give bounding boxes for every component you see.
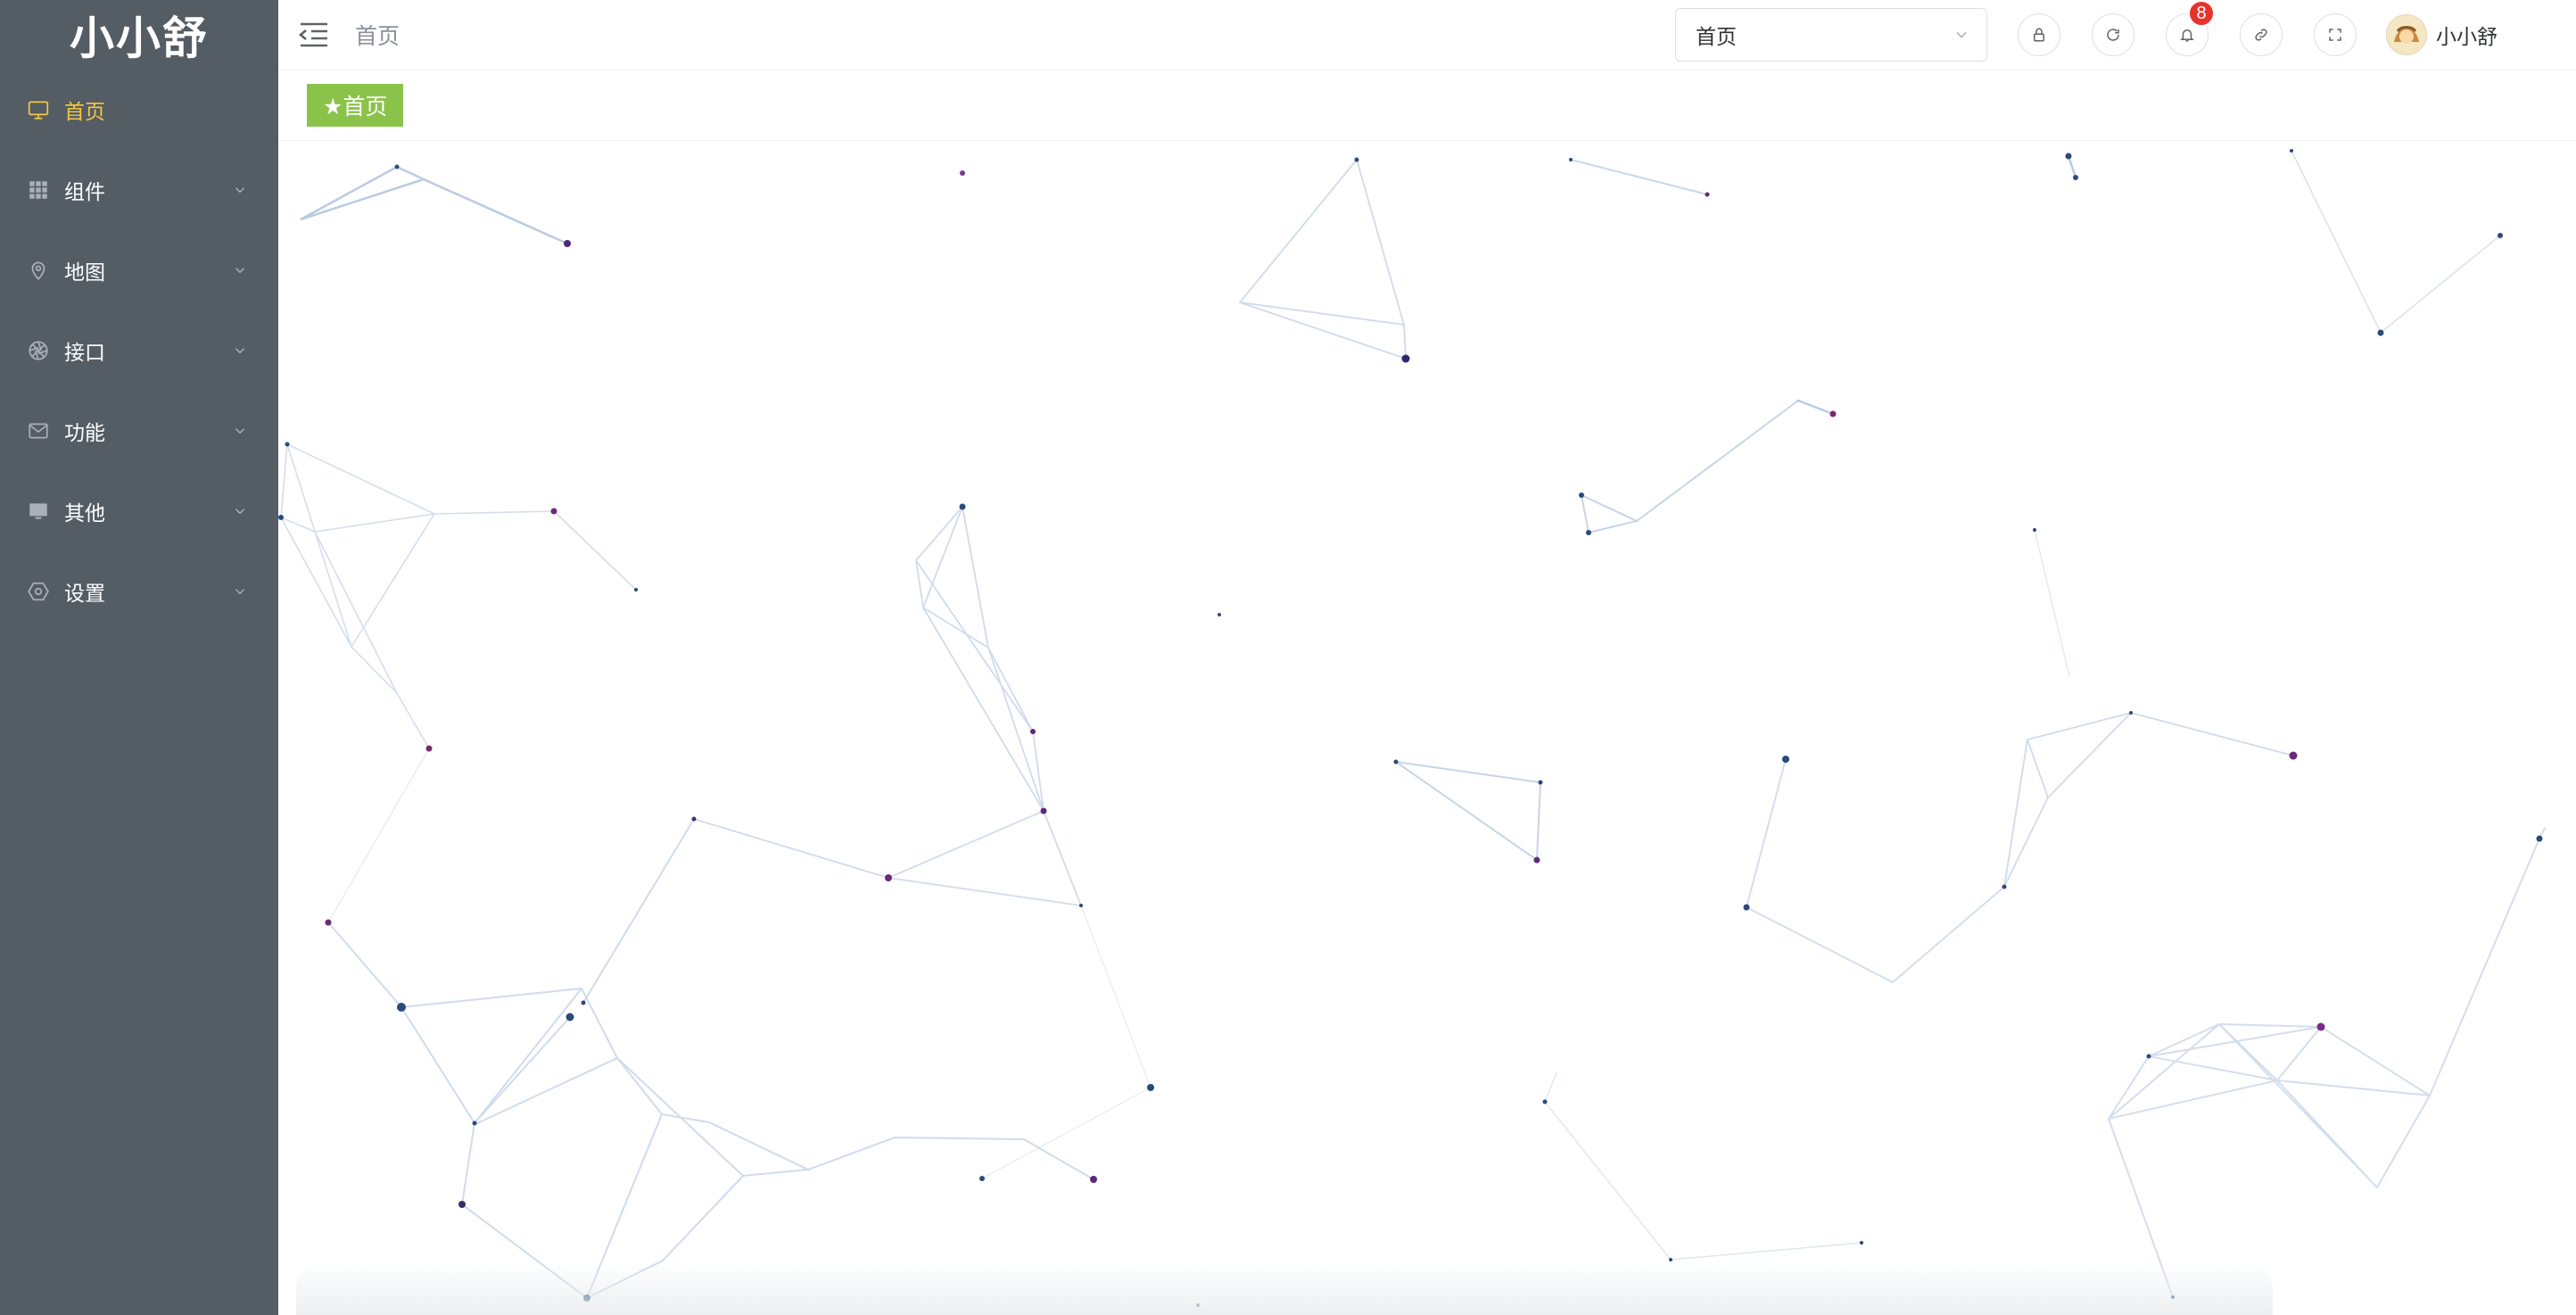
sidebar-item-label: 组件 <box>64 180 105 203</box>
screen-icon <box>25 498 52 525</box>
refresh-button[interactable] <box>2092 13 2134 56</box>
sidebar-item-features[interactable]: 功能 <box>0 391 278 471</box>
username: 小小舒 <box>2436 25 2498 48</box>
aperture-icon <box>25 337 52 364</box>
sidebar-item-label: 功能 <box>64 421 105 444</box>
breadcrumb: 首页 <box>355 24 400 49</box>
map-pin-icon <box>25 257 52 284</box>
sidebar-item-home[interactable]: 首页 <box>0 70 278 150</box>
lock-screen-button[interactable] <box>2018 13 2060 56</box>
app-logo: 小小舒 <box>70 13 209 63</box>
link-icon <box>2255 29 2267 41</box>
collapse-sidebar-button[interactable] <box>296 17 332 53</box>
chevron-down-icon <box>235 348 245 354</box>
monitor-icon <box>25 96 52 123</box>
chevron-down-icon <box>235 509 245 515</box>
grid-icon <box>25 177 52 203</box>
chevron-down-icon <box>235 589 245 595</box>
chevron-down-icon <box>235 268 245 274</box>
sidebar-item-label: 其他 <box>64 501 105 525</box>
sidebar-item-label: 地图 <box>64 261 105 284</box>
search-select-value: 首页 <box>1696 25 1737 48</box>
sidebar-item-components[interactable]: 组件 <box>0 150 278 230</box>
chevron-down-icon <box>235 428 245 434</box>
particle-network-background <box>278 149 2546 1307</box>
mail-icon <box>25 418 52 444</box>
chevron-down-icon <box>1956 31 1967 38</box>
sidebar: 小小舒 首页 组件 地图 接口 功能 其他 设置 <box>0 0 278 1315</box>
sidebar-item-label: 首页 <box>64 100 105 123</box>
tags-view: ★首页 <box>278 70 2576 141</box>
sidebar-item-label: 设置 <box>64 582 105 605</box>
bell-icon <box>2180 29 2194 42</box>
tag-home[interactable]: ★首页 <box>307 84 404 127</box>
notifications-button[interactable]: 8 <box>2166 0 2215 56</box>
bottom-shadow <box>296 1261 2273 1315</box>
lock-icon <box>2034 28 2044 42</box>
sidebar-menu: 首页 组件 地图 接口 功能 其他 设置 <box>0 70 278 632</box>
sidebar-item-settings[interactable]: 设置 <box>0 551 278 632</box>
main-content <box>278 141 2576 1315</box>
fullscreen-button[interactable] <box>2314 13 2357 56</box>
sidebar-item-other[interactable]: 其他 <box>0 471 278 551</box>
sidebar-item-api[interactable]: 接口 <box>0 310 278 391</box>
chevron-down-icon <box>235 187 245 194</box>
gear-icon <box>25 578 52 605</box>
avatar <box>2386 14 2427 55</box>
link-button[interactable] <box>2240 13 2283 56</box>
header-actions: 首页 8 小小舒 <box>1675 0 2576 70</box>
menu-search-select[interactable]: 首页 <box>1675 8 1987 62</box>
top-header: 首页 首页 8 小小舒 <box>278 0 2576 70</box>
fullscreen-icon <box>2329 29 2341 41</box>
notification-badge: 8 <box>2188 0 2215 27</box>
refresh-icon <box>2107 29 2119 41</box>
user-menu[interactable]: 小小舒 <box>2386 14 2498 55</box>
sidebar-item-label: 接口 <box>64 341 105 364</box>
sidebar-item-map[interactable]: 地图 <box>0 230 278 310</box>
menu-fold-icon <box>298 22 327 47</box>
